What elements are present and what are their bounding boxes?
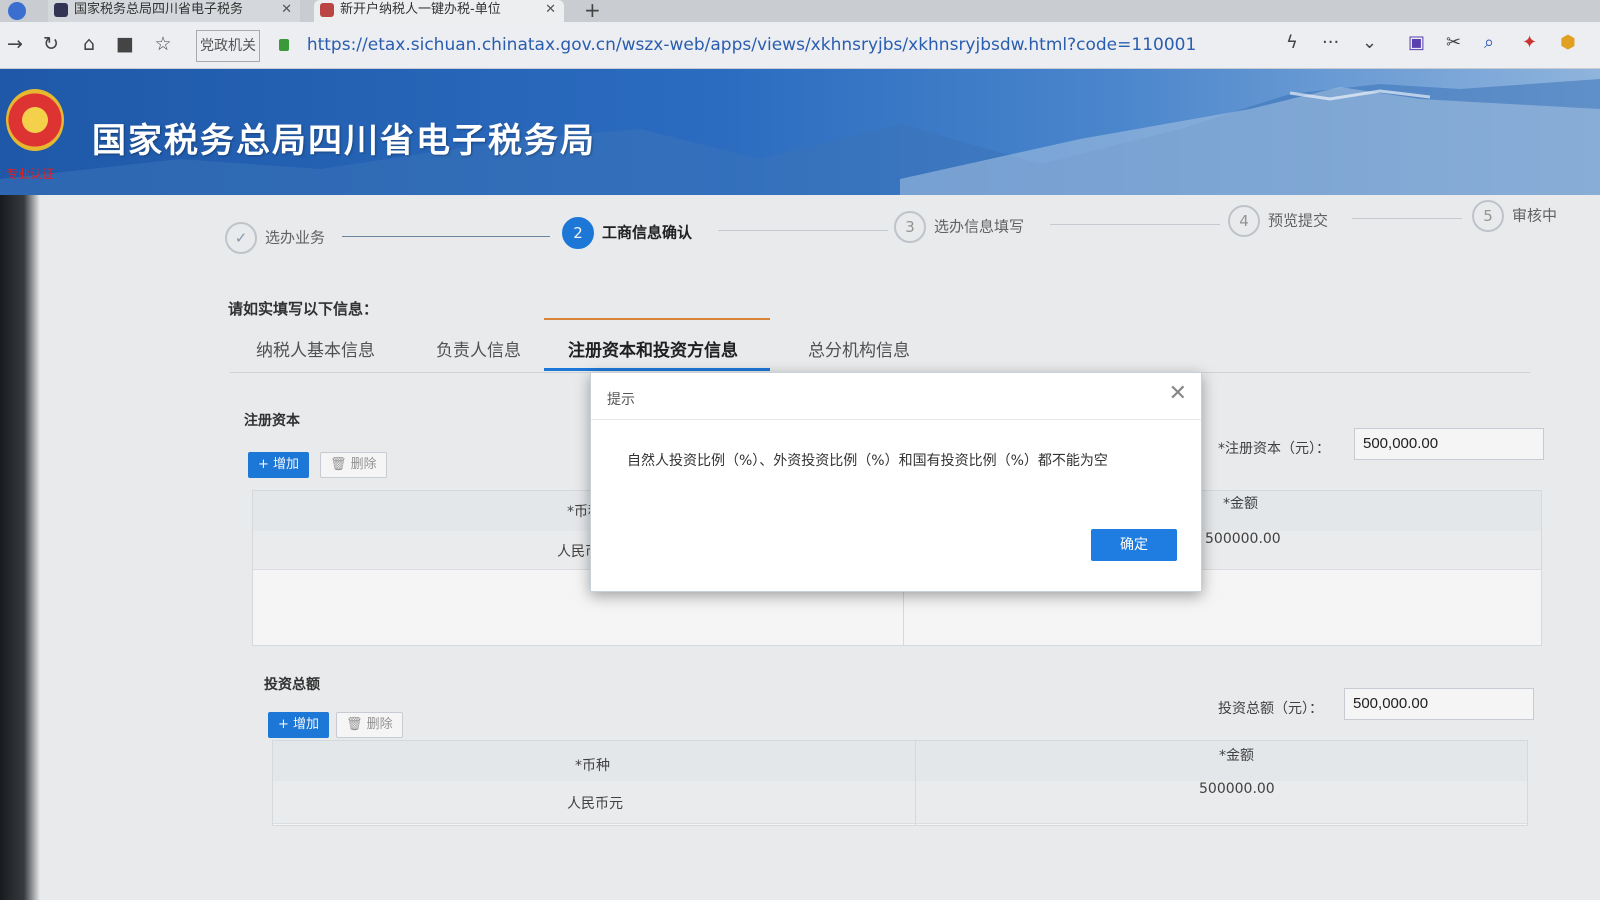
game-icon[interactable]: ✦ xyxy=(1522,32,1537,53)
bookmark-star-icon[interactable]: ☆ xyxy=(152,33,174,55)
lightning-icon[interactable]: ϟ xyxy=(1286,32,1298,53)
back-arrow-icon[interactable]: → xyxy=(4,33,26,55)
alert-dialog: 提示 ✕ 自然人投资比例（%）、外资投资比例（%）和国有投资比例（%）都不能为空… xyxy=(590,372,1202,592)
close-icon[interactable]: ✕ xyxy=(1169,381,1187,406)
dialog-divider xyxy=(591,419,1201,420)
url-text: https://etax.sichuan.chinatax.gov.cn/wsz… xyxy=(306,35,1197,55)
search-icon[interactable]: ⌕ xyxy=(1484,32,1494,53)
close-tab-icon[interactable]: ✕ xyxy=(281,0,292,20)
site-header: 专业认证 国家税务总局四川省电子税务局 xyxy=(0,69,1600,195)
close-tab-icon[interactable]: ✕ xyxy=(545,0,556,20)
address-bar[interactable]: 党政机关 https://etax.sichuan.chinatax.gov.c… xyxy=(196,30,1246,62)
translate-icon[interactable]: ▣ xyxy=(1408,32,1425,53)
confirm-button[interactable]: 确定 xyxy=(1091,529,1177,561)
browser-tab-label: 新开户纳税人一键办税-单位 xyxy=(340,2,501,17)
home-icon[interactable]: ⌂ xyxy=(78,33,100,55)
site-badge: 党政机关 xyxy=(196,30,260,62)
browser-tab-etax[interactable]: 国家税务总局四川省电子税务 ✕ xyxy=(48,0,300,22)
emblem-caption: 专业认证 xyxy=(6,167,55,181)
browser-tab-new-account[interactable]: 新开户纳税人一键办税-单位 ✕ xyxy=(314,0,564,22)
browser-toolbar: → ↻ ⌂ ■ ☆ 党政机关 https://etax.sichuan.chin… xyxy=(0,22,1600,69)
shield-icon[interactable]: ⬢ xyxy=(1560,32,1576,53)
new-tab-button[interactable]: + xyxy=(584,0,601,22)
browser-tab-bar: 国家税务总局四川省电子税务 ✕ 新开户纳税人一键办税-单位 ✕ + xyxy=(0,0,1600,22)
browser-tab-label: 国家税务总局四川省电子税务 xyxy=(74,2,244,17)
browser-logo-icon xyxy=(8,2,26,20)
chevron-down-icon[interactable]: ⌄ xyxy=(1362,32,1377,53)
tax-favicon-icon xyxy=(54,3,68,17)
dialog-title: 提示 xyxy=(607,392,635,408)
site-title: 国家税务总局四川省电子税务局 xyxy=(92,121,596,161)
refresh-icon[interactable]: ↻ xyxy=(40,33,62,55)
national-emblem-icon xyxy=(6,89,64,151)
scissors-icon[interactable]: ✂ xyxy=(1446,32,1461,53)
dialog-message: 自然人投资比例（%）、外资投资比例（%）和国有投资比例（%）都不能为空 xyxy=(627,453,1108,469)
page-favicon-icon xyxy=(320,3,334,17)
more-icon[interactable]: ··· xyxy=(1322,32,1339,53)
extension-icon[interactable]: ■ xyxy=(114,33,136,55)
lock-icon xyxy=(279,39,290,51)
